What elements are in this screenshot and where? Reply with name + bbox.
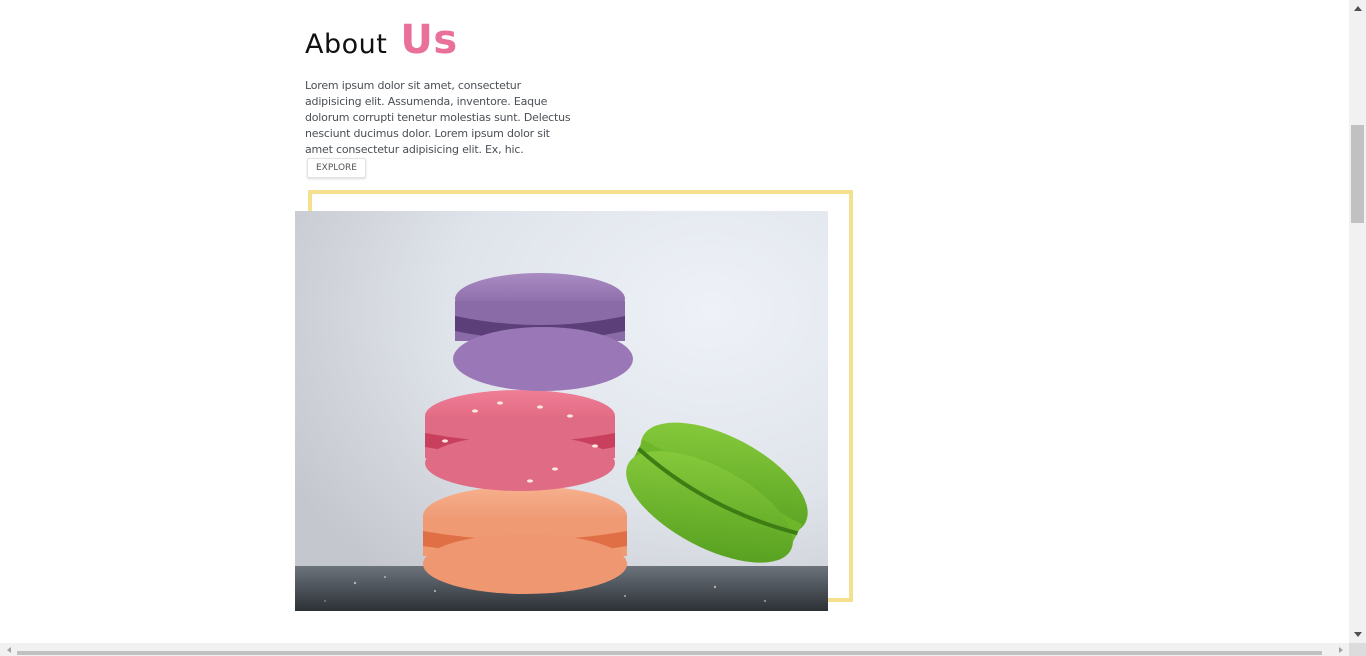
explore-button[interactable]: EXPLORE xyxy=(307,158,366,178)
macarons-image xyxy=(295,211,828,611)
scrollbar-corner xyxy=(1349,643,1366,656)
about-description-text: Lorem ipsum dolor sit amet, consectetur … xyxy=(305,79,571,156)
about-description: Lorem ipsum dolor sit amet, consectetur … xyxy=(305,78,575,178)
page: About Us Lorem ipsum dolor sit amet, con… xyxy=(0,0,1349,643)
about-heading: About Us xyxy=(305,14,458,71)
horizontal-scrollbar[interactable] xyxy=(0,643,1349,656)
about-heading-word: About xyxy=(305,29,388,60)
vertical-scrollbar[interactable] xyxy=(1349,0,1366,643)
scroll-down-icon[interactable] xyxy=(1349,626,1366,643)
scroll-left-icon[interactable] xyxy=(0,643,17,656)
scroll-right-icon[interactable] xyxy=(1332,643,1349,656)
scroll-up-icon[interactable] xyxy=(1349,0,1366,17)
vertical-scrollbar-thumb[interactable] xyxy=(1351,125,1364,223)
horizontal-scrollbar-thumb[interactable] xyxy=(17,651,1322,655)
about-heading-accent-word: Us xyxy=(400,17,458,63)
